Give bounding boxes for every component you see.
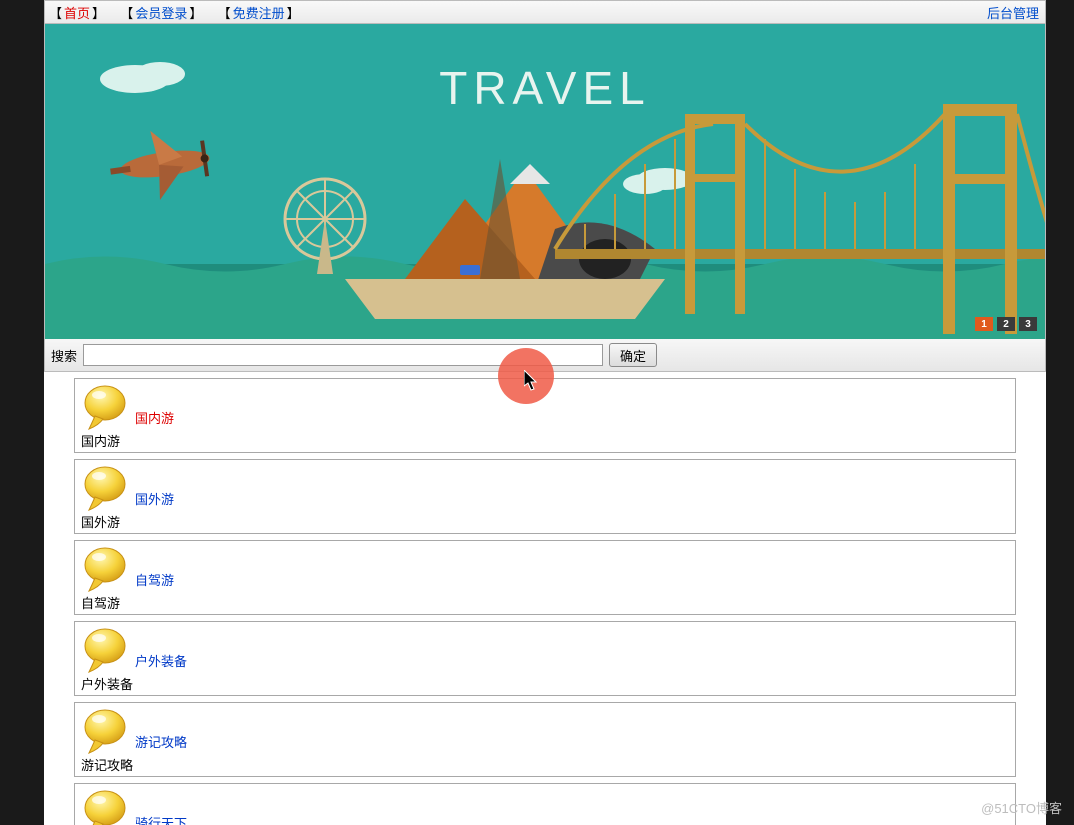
nav-admin[interactable]: 后台管理 (987, 6, 1039, 21)
nav-register[interactable]: 免费注册 (233, 6, 285, 21)
category-link[interactable]: 国内游 (135, 408, 174, 427)
search-label: 搜索 (51, 346, 77, 365)
category-link[interactable]: 游记攻略 (135, 732, 187, 751)
page-root: 【首页】 【会员登录】 【免费注册】 后台管理 (0, 0, 1074, 825)
nav-left: 【首页】 【会员登录】 【免费注册】 (49, 3, 985, 22)
nav-login[interactable]: 会员登录 (135, 6, 187, 21)
category-label: 自驾游 (81, 593, 1009, 612)
banner-title: TRAVEL (439, 62, 651, 114)
category-item: 国外游 国外游 (74, 459, 1016, 534)
banner-page-2[interactable]: 2 (997, 317, 1015, 331)
category-item: 游记攻略 游记攻略 (74, 702, 1016, 777)
banner-pager: 1 2 3 (975, 317, 1037, 331)
hero-banner: TRAVEL 1 2 3 (44, 24, 1046, 339)
nav-right: 后台管理 (985, 3, 1041, 22)
chat-bubble-icon (81, 626, 131, 674)
chat-bubble-icon (81, 707, 131, 755)
category-label: 国内游 (81, 431, 1009, 450)
category-item: 骑行天下 骑行天下 (74, 783, 1016, 825)
search-input[interactable] (83, 344, 603, 366)
category-item: 自驾游 自驾游 (74, 540, 1016, 615)
chat-bubble-icon (81, 464, 131, 512)
watermark: @51CTO博客 (981, 798, 1062, 817)
category-link[interactable]: 户外装备 (135, 651, 187, 670)
banner-illustration: TRAVEL (45, 24, 1045, 339)
category-item: 户外装备 户外装备 (74, 621, 1016, 696)
banner-page-3[interactable]: 3 (1019, 317, 1037, 331)
category-item: 国内游 国内游 (74, 378, 1016, 453)
chat-bubble-icon (81, 788, 131, 825)
nav-home[interactable]: 首页 (64, 6, 90, 21)
chat-bubble-icon (81, 383, 131, 431)
top-nav: 【首页】 【会员登录】 【免费注册】 后台管理 (44, 0, 1046, 24)
category-label: 户外装备 (81, 674, 1009, 693)
search-bar: 搜索 确定 (44, 339, 1046, 372)
category-link[interactable]: 骑行天下 (135, 813, 187, 825)
category-list: 国内游 国内游 国外游 国外游 自驾游 自驾游 (44, 372, 1046, 825)
search-submit-button[interactable]: 确定 (609, 343, 657, 367)
app-frame: 【首页】 【会员登录】 【免费注册】 后台管理 (44, 0, 1046, 825)
banner-page-1[interactable]: 1 (975, 317, 993, 331)
chat-bubble-icon (81, 545, 131, 593)
category-link[interactable]: 自驾游 (135, 570, 174, 589)
category-label: 游记攻略 (81, 755, 1009, 774)
category-label: 国外游 (81, 512, 1009, 531)
category-link[interactable]: 国外游 (135, 489, 174, 508)
